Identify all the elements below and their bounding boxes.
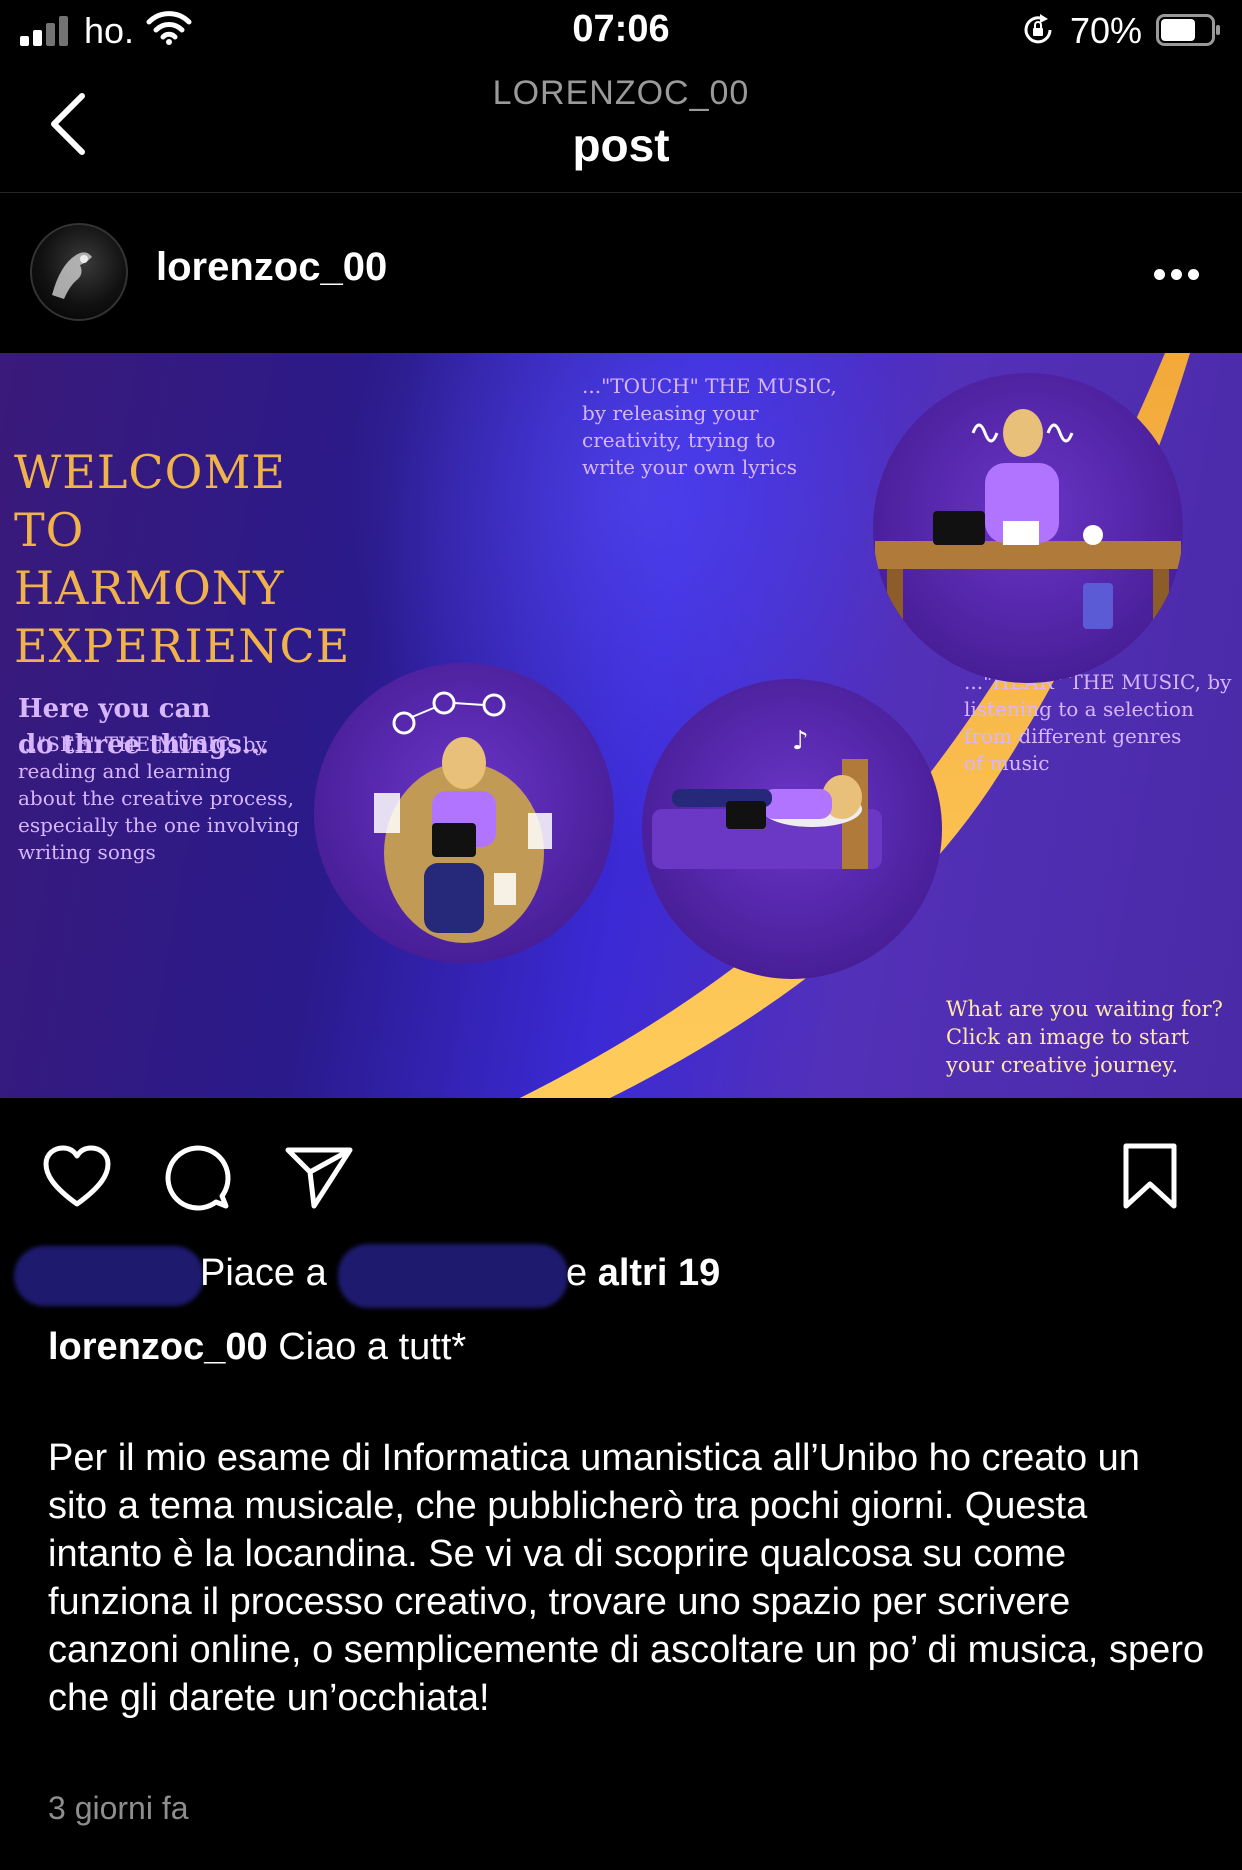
see-line: writing songs — [18, 840, 156, 864]
likes-connector: e — [566, 1252, 588, 1294]
post-image[interactable]: WELCOME TO HARMONY EXPERIENCE Here you c… — [0, 353, 1242, 1098]
likes-others: e altri 19 — [566, 1252, 720, 1295]
hear-illustration[interactable]: ♪ — [642, 679, 942, 979]
caption-header: lorenzoc_00 Ciao a tutt* — [48, 1326, 466, 1369]
hear-line: from different genres — [964, 724, 1182, 748]
post-header: lorenzoc_00 — [0, 193, 1242, 353]
comment-icon[interactable] — [162, 1142, 232, 1212]
post-actions — [0, 1100, 1242, 1240]
redacted-avatar — [14, 1246, 204, 1306]
touch-description: ..."TOUCH" THE MUSIC, by releasing your … — [582, 373, 837, 481]
navigation-header: LORENZOC_00 post — [0, 64, 1242, 193]
redacted-username — [338, 1244, 568, 1308]
svg-text:♪: ♪ — [792, 726, 809, 756]
poster-title-line: EXPERIENCE — [14, 619, 351, 673]
likes-count[interactable]: altri 19 — [598, 1252, 721, 1294]
page-title: post — [572, 119, 670, 171]
see-line: especially the one involving — [18, 813, 300, 837]
battery-icon — [1156, 14, 1220, 46]
battery-percentage: 70% — [1069, 10, 1142, 51]
more-horizontal-icon[interactable] — [1154, 269, 1200, 281]
call-to-action: What are you waiting for? Click an image… — [946, 995, 1223, 1079]
hear-description: ..."HEAR" THE MUSIC, by listening to a s… — [964, 669, 1231, 777]
poster-lead-line: Here you can — [18, 694, 211, 724]
hear-line: of music — [964, 751, 1050, 775]
poster-title-line: WELCOME — [14, 445, 286, 499]
bookmark-icon[interactable] — [1120, 1142, 1180, 1212]
post-username[interactable]: lorenzoc_00 — [156, 245, 387, 290]
see-illustration[interactable] — [314, 663, 614, 963]
poster-title-line: HARMONY — [14, 561, 285, 615]
see-line: about the creative process, — [18, 786, 294, 810]
profile-name-subtitle: LORENZOC_00 — [492, 74, 750, 112]
see-description: ..."SEE" THE MUSIC, by reading and learn… — [18, 731, 299, 866]
poster-title: WELCOME TO HARMONY EXPERIENCE — [14, 443, 350, 675]
caption-username[interactable]: lorenzoc_00 — [48, 1326, 268, 1368]
likes-summary[interactable]: Piace a e altri 19 — [0, 1244, 1242, 1308]
caption-greeting: Ciao a tutt* — [278, 1326, 467, 1368]
orientation-lock-icon — [1024, 14, 1052, 44]
likes-prefix: Piace a — [200, 1252, 327, 1294]
touch-line: by releasing your — [582, 401, 759, 425]
see-line: reading and learning — [18, 759, 232, 783]
touch-line: creativity, trying to — [582, 428, 776, 452]
status-bar: ho. 07:06 70% — [0, 0, 1242, 64]
cta-line: What are you waiting for? — [946, 997, 1223, 1021]
cta-line: your creative journey. — [946, 1053, 1179, 1077]
avatar[interactable] — [30, 223, 128, 321]
caption-body: Per il mio esame di Informatica umanisti… — [48, 1437, 1205, 1719]
touch-line: write your own lyrics — [582, 455, 797, 479]
send-icon[interactable] — [284, 1142, 354, 1212]
see-line: ..."SEE" THE MUSIC, by — [18, 732, 267, 756]
cta-line: Click an image to start — [946, 1025, 1190, 1049]
hear-line: listening to a selection — [964, 697, 1194, 721]
poster-title-line: TO — [14, 503, 85, 557]
touch-line: ..."TOUCH" THE MUSIC, — [582, 374, 837, 398]
touch-illustration[interactable] — [873, 373, 1183, 683]
post-timestamp: 3 giorni fa — [48, 1790, 189, 1826]
heart-icon[interactable] — [42, 1142, 112, 1212]
